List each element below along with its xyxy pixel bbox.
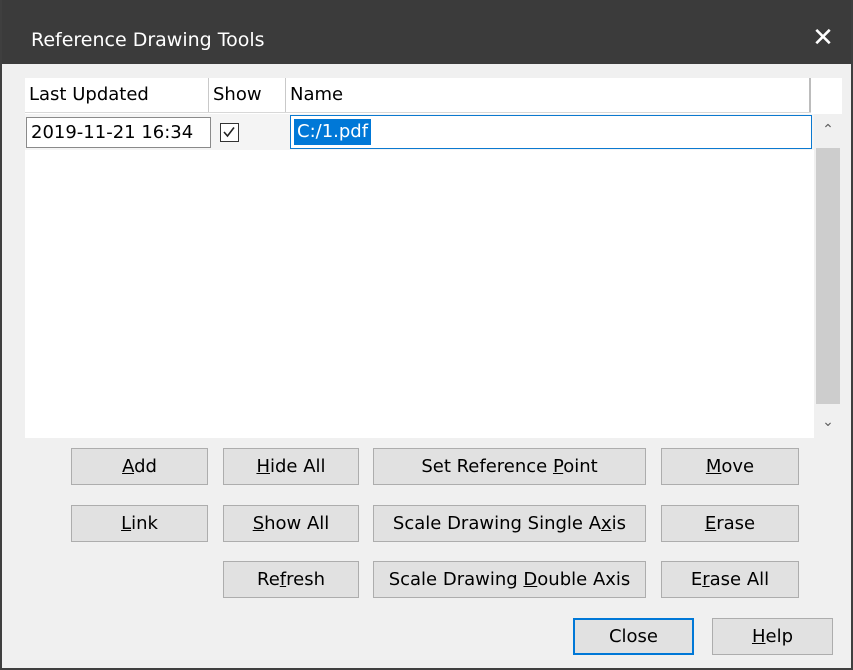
refresh-label-pre: Re xyxy=(257,569,280,590)
window-title: Reference Drawing Tools xyxy=(31,29,265,51)
set-reference-point-label-pre: Set Reference xyxy=(421,456,553,477)
move-label-key: M xyxy=(705,456,722,477)
link-label-post: ink xyxy=(131,513,158,534)
checkmark-icon xyxy=(223,127,235,138)
move-label-post: ove xyxy=(721,456,755,477)
erase-all-label-pre: E xyxy=(690,569,703,590)
link-label-key: L xyxy=(121,513,132,534)
set-reference-point-button[interactable]: Set Reference Point xyxy=(373,448,646,485)
scale-double-label-post: ouble Axis xyxy=(537,569,631,590)
hide-all-button[interactable]: Hide All xyxy=(223,448,359,485)
refresh-label-post: resh xyxy=(286,569,325,590)
scale-single-label-key: x xyxy=(601,513,612,534)
show-all-button[interactable]: Show All xyxy=(223,505,359,542)
erase-all-label-post: ase All xyxy=(709,569,770,590)
scale-single-label-pre: Scale Drawing Single A xyxy=(392,513,602,534)
close-label: Close xyxy=(608,626,659,647)
show-all-label-key: S xyxy=(252,513,265,534)
reference-drawing-tools-dialog: Reference Drawing Tools ✕ Last Updated S… xyxy=(0,0,853,670)
scale-drawing-single-axis-button[interactable]: Scale Drawing Single Axis xyxy=(373,505,646,542)
name-selected-text: C:/1.pdf xyxy=(294,119,372,145)
help-button[interactable]: Help xyxy=(712,618,833,655)
erase-all-button[interactable]: Erase All xyxy=(661,561,799,598)
hide-all-label-post: ide All xyxy=(270,456,326,477)
vertical-scrollbar[interactable]: ⌃ ⌄ xyxy=(814,114,842,438)
scroll-up-icon[interactable]: ⌃ xyxy=(814,114,842,146)
list-header: Last Updated Show Name xyxy=(25,78,811,113)
erase-button[interactable]: Erase xyxy=(661,505,799,542)
hide-all-label-key: H xyxy=(256,456,270,477)
add-label-post: dd xyxy=(134,456,157,477)
erase-all-label-key: r xyxy=(702,569,710,590)
column-header-name[interactable]: Name xyxy=(286,78,811,112)
name-edit-field[interactable]: C:/1.pdf xyxy=(290,115,812,149)
scale-drawing-double-axis-button[interactable]: Scale Drawing Double Axis xyxy=(373,561,646,598)
title-bar[interactable]: Reference Drawing Tools ✕ xyxy=(2,0,851,64)
last-updated-cell: 2019-11-21 16:34 xyxy=(26,117,211,148)
help-label-post: elp xyxy=(765,626,794,647)
scroll-down-icon[interactable]: ⌄ xyxy=(814,406,842,438)
show-checkbox[interactable] xyxy=(220,123,239,142)
scale-double-label-key: D xyxy=(523,569,538,590)
close-icon[interactable]: ✕ xyxy=(795,13,851,64)
add-label-key: A xyxy=(122,456,135,477)
column-header-show[interactable]: Show xyxy=(209,78,286,112)
erase-label-key: E xyxy=(704,513,717,534)
table-row[interactable]: 2019-11-21 16:34 C:/1.pdf xyxy=(25,114,815,150)
add-button[interactable]: Add xyxy=(71,448,208,485)
scroll-thumb[interactable] xyxy=(816,148,840,404)
move-button[interactable]: Move xyxy=(661,448,799,485)
erase-label-post: rase xyxy=(716,513,756,534)
scale-single-label-post: is xyxy=(611,513,627,534)
set-reference-point-label-key: P xyxy=(552,456,564,477)
set-reference-point-label-post: oint xyxy=(563,456,598,477)
scale-double-label-pre: Scale Drawing xyxy=(388,569,524,590)
reference-list: Last Updated Show Name 2019-11-21 16:34 … xyxy=(25,78,842,438)
refresh-button[interactable]: Refresh xyxy=(223,561,359,598)
column-header-last-updated[interactable]: Last Updated xyxy=(25,78,209,112)
help-label-key: H xyxy=(751,626,766,647)
close-button[interactable]: Close xyxy=(573,618,694,655)
link-button[interactable]: Link xyxy=(71,505,208,542)
show-all-label-post: how All xyxy=(264,513,330,534)
